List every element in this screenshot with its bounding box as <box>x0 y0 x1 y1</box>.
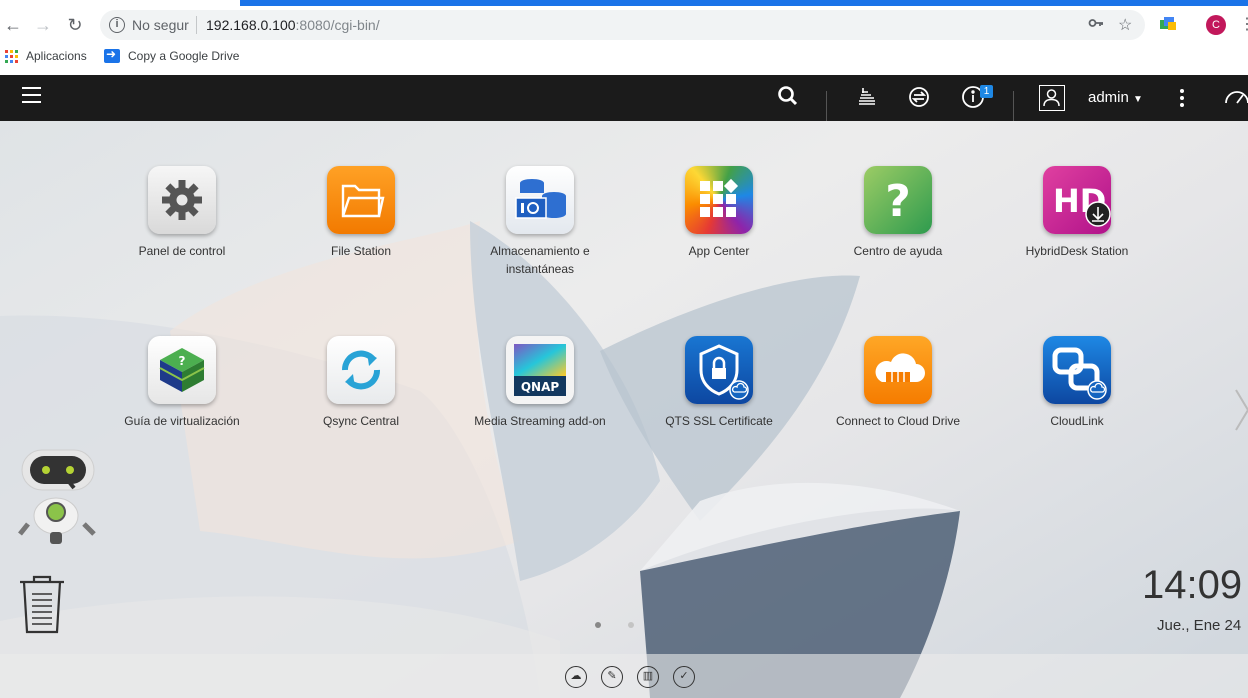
browser-menu-icon[interactable]: ⋮ <box>1236 14 1248 36</box>
qnap-media-icon: QNAP <box>506 336 574 404</box>
app-label: Media Streaming add-on <box>474 414 606 428</box>
back-icon[interactable]: ← <box>2 14 24 36</box>
app-label: HybridDesk Station <box>1025 244 1129 258</box>
app-cloudlink[interactable]: CloudLink <box>997 336 1157 430</box>
caret-down-icon: ▼ <box>1133 94 1143 105</box>
menu-icon[interactable] <box>22 87 41 105</box>
app-label: Centro de ayuda <box>853 244 943 258</box>
shield-lock-icon <box>685 336 753 404</box>
clock-date: Jue., Ene 24 <box>1157 617 1242 634</box>
app-label: Qsync Central <box>322 414 400 428</box>
qts-top-bar: 1 admin ▼ <box>0 75 1248 121</box>
site-info-icon[interactable]: i <box>109 17 125 33</box>
bookmark-label: Aplicacions <box>26 49 87 63</box>
extension-icon[interactable] <box>1160 16 1178 32</box>
cloud-icon <box>864 336 932 404</box>
user-icon[interactable] <box>1039 85 1065 111</box>
topbar-separator <box>1013 91 1014 121</box>
bookmark-drive[interactable]: Copy a Google Drive <box>104 47 240 63</box>
bottom-dock: ☁ ✎ ▥ ✓ <box>0 654 1248 698</box>
tools-dock-icon[interactable]: ✎ <box>601 666 623 688</box>
app-qts-ssl-certificate[interactable]: QTS SSL Certificate <box>639 336 799 430</box>
user-menu[interactable]: admin ▼ <box>1088 89 1143 106</box>
app-qsync-central[interactable]: Qsync Central <box>281 336 441 430</box>
folder-icon <box>327 166 395 234</box>
bookmarks-bar: Aplicacions Copy a Google Drive <box>0 45 1248 69</box>
url-port: :8080 <box>295 17 331 33</box>
app-label: Guía de virtualización <box>124 414 240 428</box>
page-dot-active[interactable] <box>595 622 601 628</box>
gear-icon <box>148 166 216 234</box>
app-connect-to-cloud-drive[interactable]: Connect to Cloud Drive <box>818 336 978 430</box>
app-label: Almacenamiento e instantáneas <box>490 244 590 276</box>
app-media-streaming[interactable]: QNAP Media Streaming add-on <box>460 336 620 430</box>
app-app-center[interactable]: App Center <box>639 166 799 260</box>
url-host: 192.168.0.100 <box>206 17 296 33</box>
book-dock-icon[interactable]: ▥ <box>637 666 659 688</box>
virtualization-cube-icon: ? <box>148 336 216 404</box>
task-stack-icon[interactable] <box>854 85 880 111</box>
app-almacenamiento[interactable]: Almacenamiento e instantáneas <box>460 166 620 278</box>
url-path: /cgi-bin/ <box>330 17 380 33</box>
helpdesk-robot-icon[interactable] <box>16 448 100 548</box>
app-grid-icon <box>685 166 753 234</box>
notes-dock-icon[interactable]: ✓ <box>673 666 695 688</box>
hd-icon: HD <box>1043 166 1111 234</box>
url-text[interactable]: 192.168.0.100:8080/cgi-bin/ <box>206 17 380 33</box>
page-dot[interactable] <box>628 622 634 628</box>
profile-avatar[interactable]: C <box>1206 15 1226 35</box>
sync-arrows-icon <box>327 336 395 404</box>
svg-text:?: ? <box>885 176 911 227</box>
browser-chrome: ← → ↻ i No segur 192.168.0.100:8080/cgi-… <box>0 0 1248 75</box>
drive-arrow-icon <box>104 47 120 63</box>
address-bar[interactable]: i No segur 192.168.0.100:8080/cgi-bin/ ☆ <box>100 10 1145 40</box>
forward-icon[interactable]: → <box>32 14 54 36</box>
clock-time: 14:09 <box>1142 563 1243 607</box>
cloudlink-icon <box>1043 336 1111 404</box>
qts-desktop: Panel de control File Station Almacenami… <box>0 121 1248 698</box>
username-label: admin <box>1088 89 1129 106</box>
storage-snapshot-icon <box>506 166 574 234</box>
svg-text:?: ? <box>179 354 186 368</box>
app-label: QTS SSL Certificate <box>665 414 773 428</box>
topbar-separator <box>826 91 827 121</box>
app-panel-de-control[interactable]: Panel de control <box>102 166 262 260</box>
key-icon[interactable] <box>1088 15 1104 36</box>
app-label: App Center <box>688 244 750 258</box>
app-label: CloudLink <box>1050 414 1104 428</box>
trash-icon[interactable] <box>18 574 66 634</box>
app-label: Connect to Cloud Drive <box>835 414 961 428</box>
app-hybriddesk-station[interactable]: HD HybridDesk Station <box>997 166 1157 260</box>
more-vertical-icon[interactable] <box>1180 89 1184 110</box>
bookmark-apps[interactable]: Aplicacions <box>5 49 87 63</box>
search-icon[interactable] <box>775 85 801 111</box>
cloud-dock-icon[interactable]: ☁ <box>565 666 587 688</box>
bookmark-star-icon[interactable]: ☆ <box>1118 15 1132 35</box>
apps-grid-icon <box>5 49 18 63</box>
app-file-station[interactable]: File Station <box>281 166 441 260</box>
help-icon: ? <box>864 166 932 234</box>
sync-icon[interactable] <box>906 85 932 111</box>
next-page-icon[interactable] <box>1234 388 1248 432</box>
app-label: Panel de control <box>138 244 226 258</box>
qnap-logo-text: QNAP <box>521 380 560 394</box>
app-centro-de-ayuda[interactable]: ? Centro de ayuda <box>818 166 978 260</box>
notification-badge: 1 <box>980 85 993 98</box>
tab-strip-accent <box>240 0 1248 6</box>
app-guia-de-virtualizacion[interactable]: ? Guía de virtualización <box>102 336 262 430</box>
address-separator <box>196 16 197 34</box>
not-secure-label: No segur <box>132 17 189 33</box>
reload-icon[interactable]: ↻ <box>64 14 86 36</box>
app-label: File Station <box>330 244 392 258</box>
bookmark-label: Copy a Google Drive <box>128 49 240 63</box>
dashboard-gauge-icon[interactable] <box>1224 85 1248 111</box>
